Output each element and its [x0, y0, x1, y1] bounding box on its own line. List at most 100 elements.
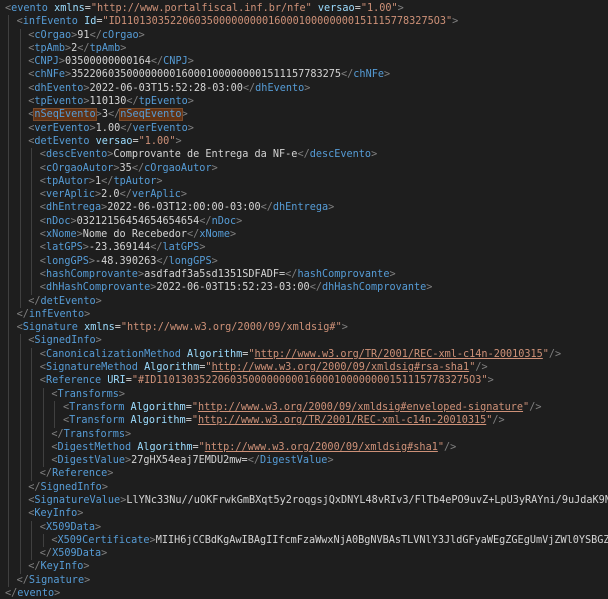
code-line[interactable]: </SignedInfo>: [0, 480, 608, 494]
code-line[interactable]: <dhEvento>2022-06-03T15:52:28-03:00</dhE…: [0, 81, 608, 96]
tag-name: cOrgaoAutor: [144, 162, 212, 174]
element-text: 2.0: [101, 189, 120, 201]
code-line[interactable]: <SignatureMethod Algorithm="http://www.w…: [0, 361, 608, 375]
close-bracket: >: [211, 255, 218, 267]
xml-editor[interactable]: <evento xmlns="http://www.portalfiscal.i…: [0, 0, 608, 599]
code-line[interactable]: </Reference>: [0, 467, 608, 481]
tag-name: hashComprovante: [297, 268, 390, 280]
tag-name: tpAutor: [45, 175, 89, 187]
close-bracket: >: [187, 122, 194, 134]
indent-guide: [31, 440, 33, 455]
code-line[interactable]: <longGPS>-48.390263</longGPS>: [0, 254, 608, 268]
close-bracket: >: [77, 508, 84, 520]
close-bracket: >: [95, 521, 102, 533]
code-line[interactable]: <infEvento Id="ID11013035220603500000000…: [0, 15, 608, 29]
code-line[interactable]: <chNFe>352206035000000001600010000000015…: [0, 68, 608, 82]
indent-guides: [0, 374, 40, 388]
close-bracket: >: [95, 335, 102, 347]
indent-guide: [19, 95, 21, 109]
code-line[interactable]: <xNome>Nome do Recebedor</xNome>: [0, 228, 608, 242]
code-line[interactable]: <DigestValue>27gHX54eaj7EMDU2mw=</Digest…: [0, 454, 608, 468]
code-line[interactable]: <Signature xmlns="http://www.w3.org/2000…: [0, 321, 608, 335]
indent-guide: [19, 467, 21, 481]
code-line[interactable]: <SignedInfo>: [0, 334, 608, 348]
code-line[interactable]: </KeyInfo>: [0, 560, 608, 574]
code-line[interactable]: <Transform Algorithm="http://www.w3.org/…: [0, 414, 608, 428]
indent-guides: [0, 81, 28, 96]
code-line[interactable]: <nDoc>03212156454654654654</nDoc>: [0, 214, 608, 229]
tag-name: tpAutor: [113, 175, 157, 187]
end-tag-bracket: </: [297, 149, 310, 161]
indent-guide: [31, 174, 33, 189]
code-line[interactable]: <tpAutor>1</tpAutor>: [0, 174, 608, 189]
code-line[interactable]: <CNPJ>03500000000164</CNPJ>: [0, 55, 608, 69]
indent-guide: [8, 201, 9, 215]
indent-guide: [31, 241, 33, 255]
code-line[interactable]: </infEvento>: [0, 307, 608, 322]
code-line[interactable]: </Transforms>: [0, 427, 608, 441]
code-line[interactable]: <hashComprovante>asdfadf3a5sd1351SDFADF=…: [0, 267, 608, 282]
code-line[interactable]: </Signature>: [0, 573, 608, 588]
code-line[interactable]: <dhEntrega>2022-06-03T12:00:00-03:00</dh…: [0, 201, 608, 215]
indent-guide: [19, 81, 21, 96]
code-line[interactable]: <evento xmlns="http://www.portalfiscal.i…: [0, 2, 608, 15]
tag-name: cOrgao: [101, 29, 139, 41]
code-line[interactable]: </evento>: [0, 587, 608, 599]
indent-guide: [19, 281, 21, 295]
indent-guide: [19, 480, 21, 494]
close-bracket: >: [371, 149, 378, 161]
end-tag-bracket: </: [77, 42, 90, 54]
end-tag-bracket: </: [119, 189, 132, 201]
code-line[interactable]: <Transform Algorithm="http://www.w3.org/…: [0, 400, 608, 415]
close-bracket: >: [229, 229, 237, 241]
indent-guides: [0, 467, 40, 481]
indent-guides: [0, 228, 40, 242]
code-line[interactable]: <dhHashComprovante>2022-06-03T15:52:23-0…: [0, 281, 608, 295]
tag-name: Transform: [69, 415, 125, 427]
indent-guide: [31, 228, 33, 242]
code-line[interactable]: </X509Data>: [0, 547, 608, 561]
tag-name: KeyInfo: [34, 508, 78, 520]
tag-name: tpAmb: [34, 42, 65, 54]
code-line[interactable]: <X509Certificate>MIIH6jCCBdKgAwIBAgIIfcm…: [0, 533, 608, 548]
tag-name: latGPS: [45, 242, 83, 254]
indent-guide: [19, 454, 21, 468]
end-tag-bracket: </: [309, 282, 322, 294]
indent-guide: [31, 161, 33, 175]
code-line[interactable]: <verAplic>2.0</verAplic>: [0, 188, 608, 202]
code-line[interactable]: <descEvento>Comprovante de Entrega da NF…: [0, 148, 608, 162]
code-line[interactable]: </detEvento>: [0, 294, 608, 308]
code-line[interactable]: <SignatureValue>LlYNc33Nu//uOKFrwkGmBXqt…: [0, 493, 608, 508]
indent-guide: [19, 440, 21, 455]
code-line[interactable]: <detEvento versao="1.00">: [0, 134, 608, 149]
indent-guide: [8, 174, 9, 189]
code-line[interactable]: <tpAmb>2</tpAmb>: [0, 41, 608, 56]
indent-guide: [8, 374, 9, 388]
code-line[interactable]: <Reference URI="#ID110130352206035000000…: [0, 374, 608, 388]
code-line[interactable]: <tpEvento>110130</tpEvento>: [0, 95, 608, 109]
code-line[interactable]: <Transforms>: [0, 387, 608, 401]
tag-name: descEvento: [309, 149, 372, 161]
code-line[interactable]: <CanonicalizationMethod Algorithm="http:…: [0, 347, 608, 362]
code-line[interactable]: <cOrgao>91</cOrgao>: [0, 28, 608, 42]
indent-guides: [0, 427, 51, 441]
indent-guide: [54, 414, 56, 428]
code-line[interactable]: <latGPS>-23.369144</latGPS>: [0, 241, 608, 255]
tag-name: X509Data: [52, 548, 102, 560]
code-line[interactable]: <KeyInfo>: [0, 507, 608, 521]
code-line[interactable]: <cOrgaoAutor>35</cOrgaoAutor>: [0, 161, 608, 175]
tag-name: nSeqEvento: [33, 108, 97, 122]
code-line[interactable]: <X509Data>: [0, 520, 608, 534]
end-tag-bracket: </: [156, 255, 169, 267]
indent-guide: [42, 400, 44, 415]
end-tag-bracket: </: [150, 242, 163, 254]
attribute-value: 1.00: [144, 135, 170, 147]
code-line[interactable]: <DigestMethod Algorithm="http://www.w3.o…: [0, 440, 608, 455]
end-tag-bracket: </: [28, 561, 41, 573]
code-line[interactable]: <verEvento>1.00</verEvento>: [0, 121, 608, 135]
code-line[interactable]: <nSeqEvento>3</nSeqEvento>: [0, 108, 608, 122]
indent-guide: [19, 134, 21, 149]
close-bracket: >: [426, 282, 433, 294]
close-bracket: >: [180, 189, 188, 201]
indent-guide: [8, 440, 9, 455]
